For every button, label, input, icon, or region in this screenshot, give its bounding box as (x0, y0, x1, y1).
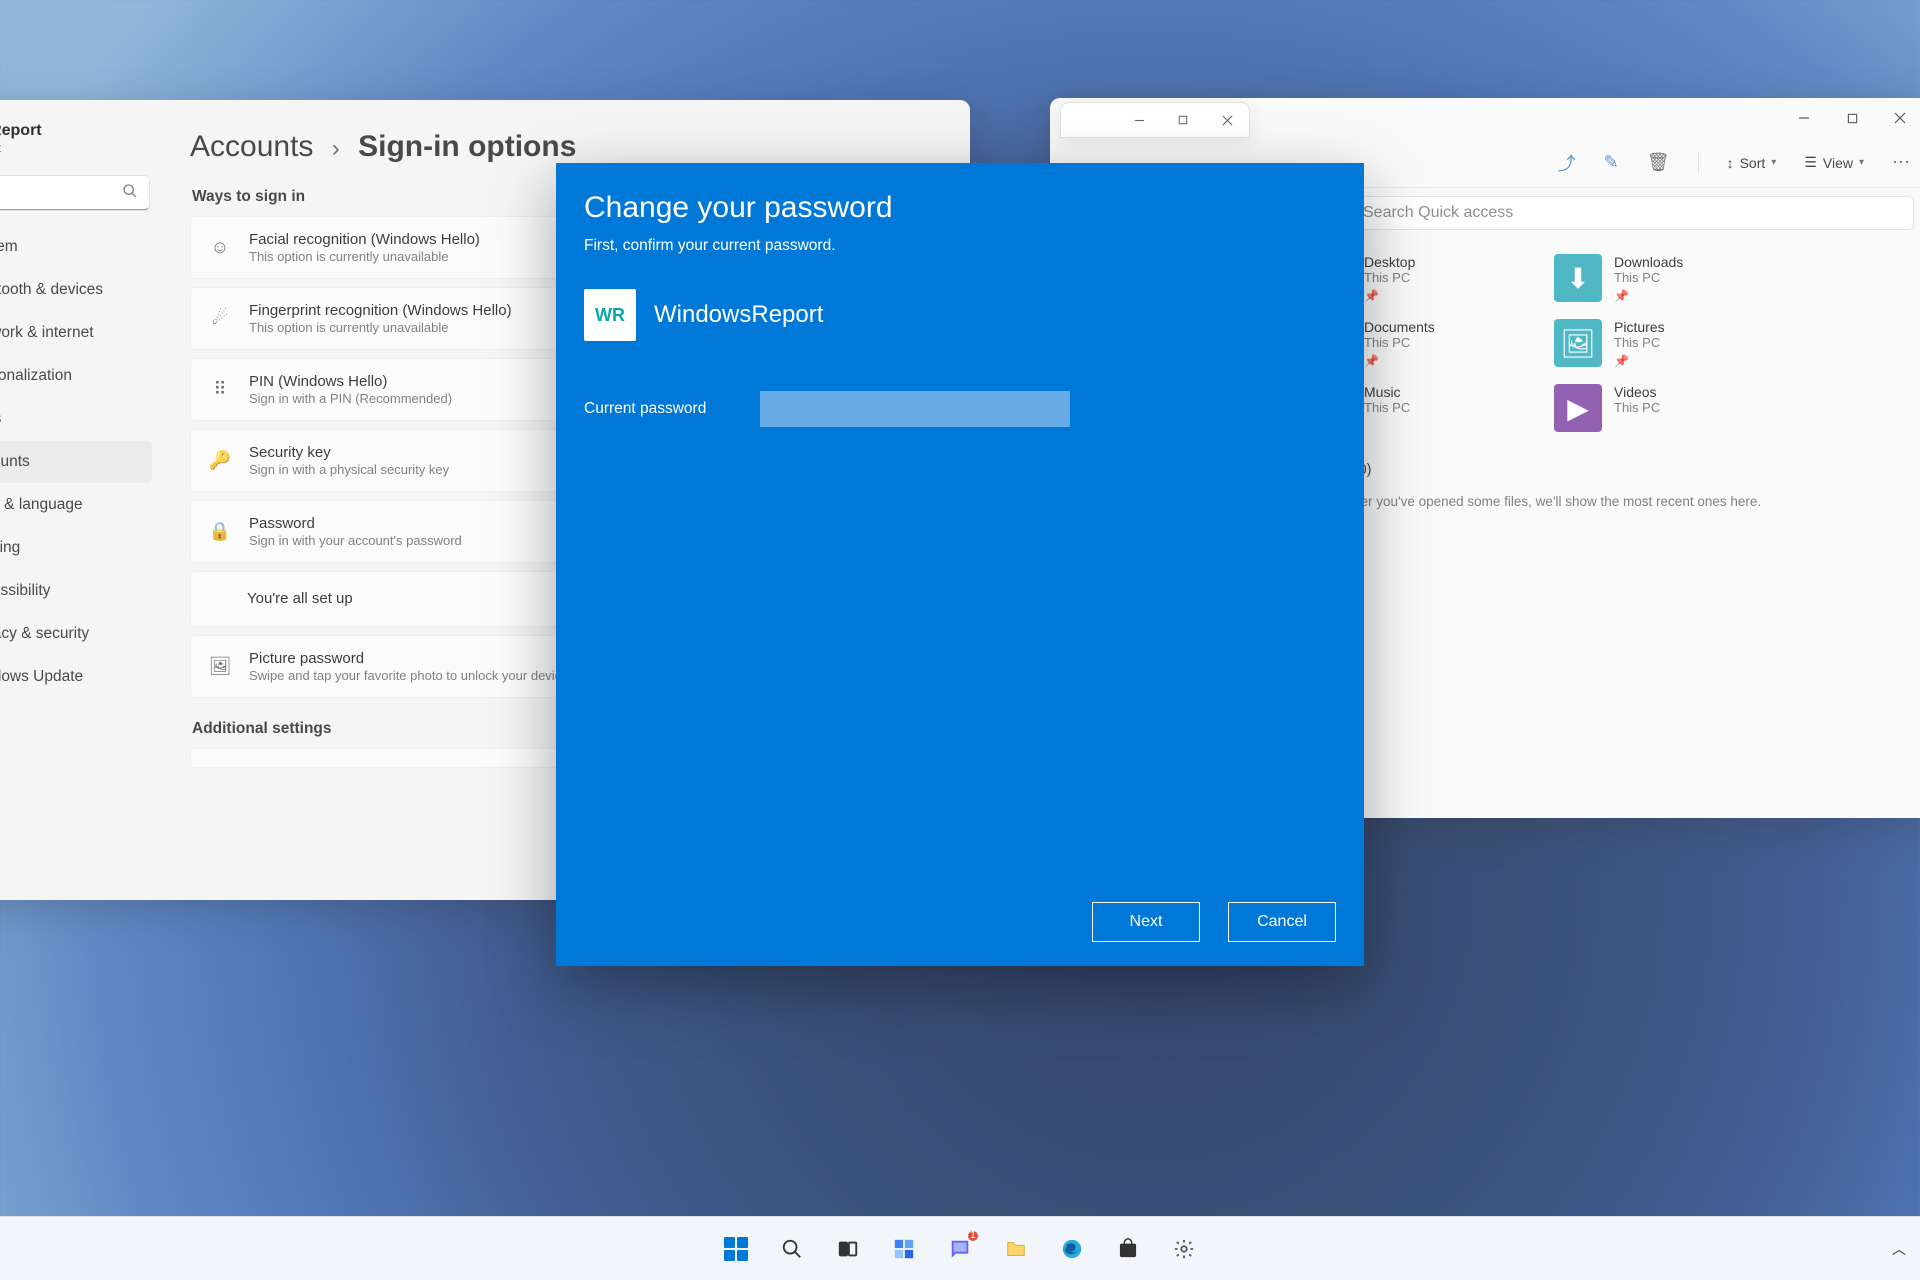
file-explorer-button[interactable] (994, 1227, 1038, 1271)
taskbar-right[interactable]: ︿ (1892, 1239, 1906, 1259)
settings-taskbar-button[interactable] (1162, 1227, 1206, 1271)
edge-button[interactable] (1050, 1227, 1094, 1271)
taskbar-center: 1 (714, 1227, 1206, 1271)
next-button[interactable]: Next (1092, 902, 1200, 942)
change-password-dialog: Change your password First, confirm your… (556, 163, 1364, 966)
store-button[interactable] (1106, 1227, 1150, 1271)
cancel-button[interactable]: Cancel (1228, 902, 1336, 942)
chat-button[interactable]: 1 (938, 1227, 982, 1271)
widgets-button[interactable] (882, 1227, 926, 1271)
dialog-subtitle: First, confirm your current password. (584, 237, 1336, 255)
current-password-label: Current password (584, 400, 724, 418)
current-password-input[interactable] (760, 391, 1070, 427)
user-avatar: WR (584, 289, 636, 341)
start-button[interactable] (714, 1227, 758, 1271)
chevron-up-icon[interactable]: ︿ (1892, 1239, 1906, 1259)
chat-badge: 1 (966, 1229, 980, 1243)
taskbar-search-button[interactable] (770, 1227, 814, 1271)
windows-icon (724, 1237, 748, 1261)
dialog-username: WindowsReport (654, 301, 823, 329)
dialog-user-row: WR WindowsReport (584, 289, 1336, 341)
dialog-title: Change your password (584, 191, 1336, 225)
taskbar: 1 ︿ (0, 1216, 1920, 1280)
task-view-button[interactable] (826, 1227, 870, 1271)
current-password-row: Current password (584, 391, 1336, 427)
